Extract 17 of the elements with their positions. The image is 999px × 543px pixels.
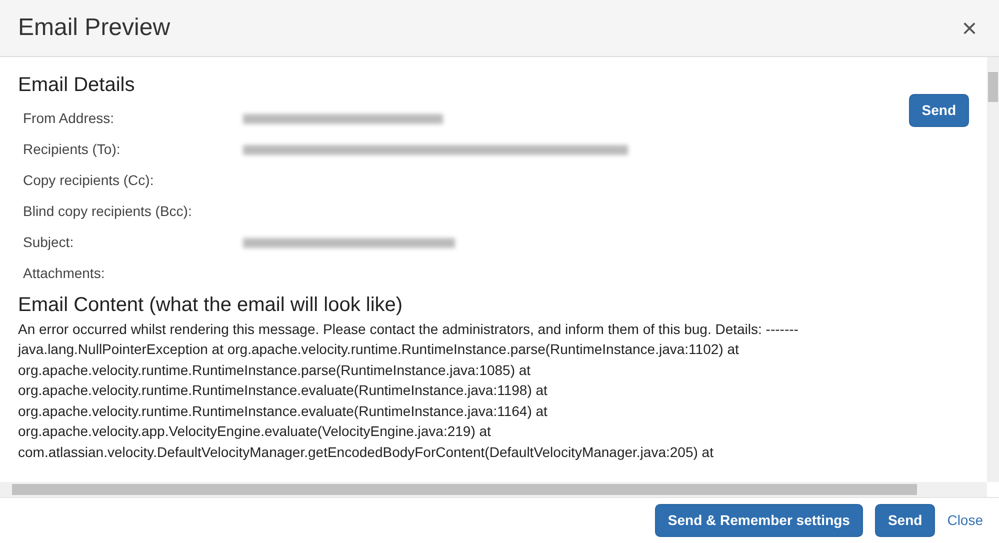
close-button[interactable]: × [958,15,981,41]
send-button[interactable]: Send [874,504,936,537]
close-link[interactable]: Close [947,505,983,536]
field-label: Subject: [23,233,75,252]
field-label: From Address: [23,109,116,128]
section-heading: Email Details [18,73,136,97]
send-remember-button[interactable]: Send & Remember settings [654,504,863,537]
field-label: Blind copy recipients (Bcc): [23,202,193,221]
field-label: Copy recipients (Cc): [23,171,155,190]
vertical-scrollbar[interactable] [987,57,999,482]
field-label: Recipients (To): [23,140,122,159]
horizontal-scrollbar[interactable] [0,482,987,497]
section-heading: Email Content (what the email will look like) [18,292,404,316]
send-button[interactable]: Send [908,94,969,127]
error-message: An error occurred whilst rendering this message. Please contact the administrators, and inform them of this bug. Details: ------- java.lang.NullPointerException at org.apache.velocity.runtime.RuntimeInstance.parse(RuntimeInstance.java:1102) at org.apache.velocity.runtime.RuntimeInstance.parse(RuntimeInstance.java:1085) at org.apache.velocity.runtime.RuntimeInstance.evaluate(RuntimeInstance.java:1198) at org.apache.velocity.runtime.RuntimeInstance.evaluate(RuntimeInstance.java:1164) at org.apache.velocity.app.VelocityEngine.evaluate(VelocityEngine.java:219) at com.atlassian.velocity.DefaultVelocityManager.getEncodedBodyForContent(DefaultVelocityManager.java:205) at [18,320,800,462]
dialog-title: Email Preview [18,14,172,42]
field-label: Attachments: [23,264,106,283]
